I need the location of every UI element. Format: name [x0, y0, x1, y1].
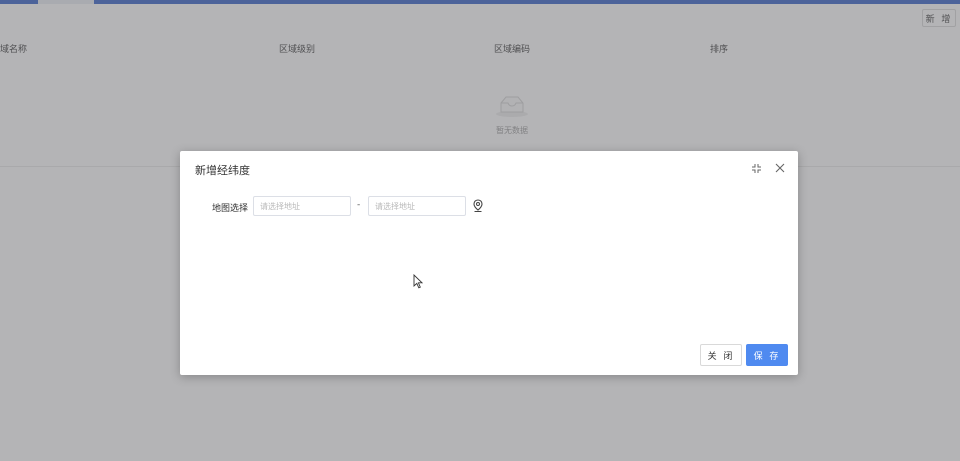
- add-coordinates-dialog: 新增经纬度 地图选择 - 关 闭 保 存: [180, 151, 798, 375]
- dialog-title: 新增经纬度: [195, 164, 250, 177]
- close-icon[interactable]: [773, 161, 787, 175]
- end-address-input[interactable]: [368, 196, 466, 216]
- range-separator: -: [357, 200, 361, 210]
- map-select-label: 地图选择: [212, 204, 249, 214]
- close-button[interactable]: 关 闭: [700, 344, 742, 366]
- fullscreen-icon[interactable]: [749, 161, 763, 175]
- mouse-cursor-icon: [413, 274, 423, 289]
- start-address-input[interactable]: [253, 196, 351, 216]
- location-pin-icon[interactable]: [472, 199, 484, 213]
- save-button[interactable]: 保 存: [746, 344, 788, 366]
